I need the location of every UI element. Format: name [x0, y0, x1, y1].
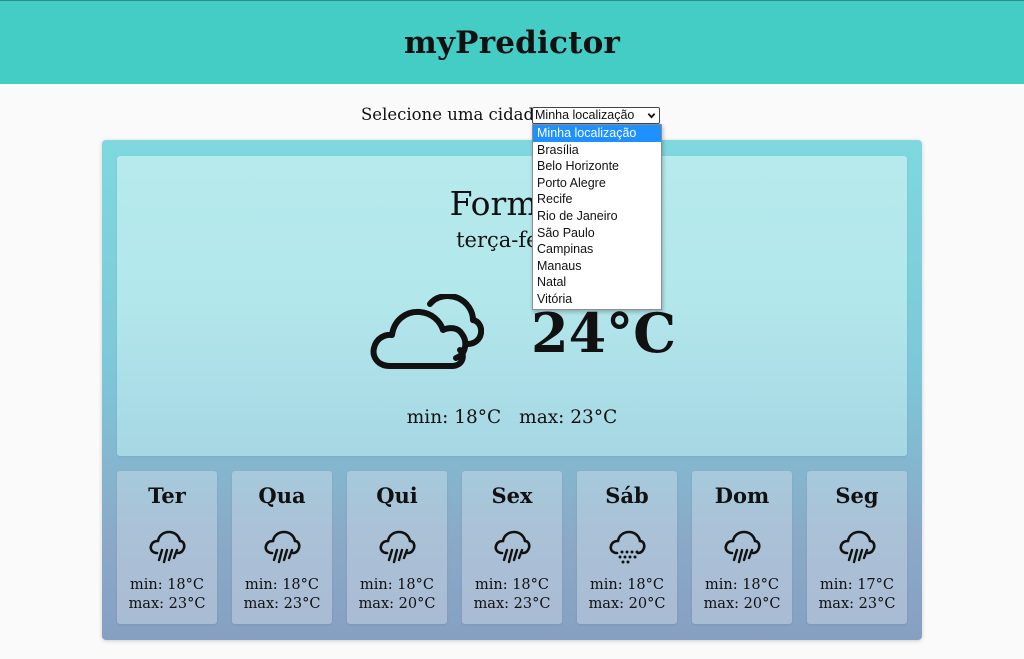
city-option[interactable]: Natal: [533, 274, 661, 291]
forecast-day-name: Ter: [148, 483, 186, 508]
app-title: myPredictor: [403, 25, 621, 61]
city-option[interactable]: Minha localização: [533, 125, 661, 142]
forecast-min: min: 17°C: [819, 577, 894, 593]
rain-icon: [724, 530, 761, 564]
city-dropdown-list: Minha localização Brasília Belo Horizont…: [532, 124, 662, 310]
forecast-day-name: Sex: [491, 483, 533, 508]
forecast-day-card: Sáb min: 18°C max: 20°C: [577, 471, 677, 624]
forecast-day-name: Seg: [835, 483, 879, 508]
city-option[interactable]: Rio de Janeiro: [533, 208, 661, 225]
forecast-min: min: 18°C: [474, 577, 549, 593]
city-option[interactable]: Brasília: [533, 142, 661, 159]
city-select[interactable]: Minha localização: [532, 107, 660, 124]
city-option[interactable]: Recife: [533, 191, 661, 208]
forecast-day-name: Qui: [376, 483, 418, 508]
city-option[interactable]: Campinas: [533, 241, 661, 258]
today-panel: Formos terça-feira 24°C min: 18°C max: 23…: [117, 156, 907, 456]
forecast-day-name: Dom: [714, 483, 770, 508]
forecast-day-card: Qua min: 18°C max: 23°C: [232, 471, 332, 624]
cloud-icon: [370, 294, 484, 369]
forecast-max: max: 23°C: [243, 596, 321, 612]
forecast-min: min: 18°C: [589, 577, 664, 593]
forecast-max: max: 20°C: [703, 596, 781, 612]
forecast-min: min: 18°C: [359, 577, 434, 593]
city-select-value: Minha localização: [535, 108, 635, 122]
today-min-max: min: 18°C max: 23°C: [117, 406, 907, 430]
forecast-day-card: Sex min: 18°C max: 23°C: [462, 471, 562, 624]
forecast-min: min: 18°C: [244, 577, 319, 593]
city-option[interactable]: Manaus: [533, 258, 661, 275]
forecast-max: max: 20°C: [588, 596, 666, 612]
rain-icon: [494, 530, 531, 564]
chevron-down-icon: [647, 113, 656, 119]
city-option[interactable]: Porto Alegre: [533, 175, 661, 192]
forecast-min: min: 18°C: [129, 577, 204, 593]
city-select-label: Selecione uma cidade:: [361, 105, 550, 124]
weather-card: Formos terça-feira 24°C min: 18°C max: 23…: [102, 140, 922, 640]
forecast-day-card: Seg min: 17°C max: 23°C: [807, 471, 907, 624]
forecast-day-name: Sáb: [605, 483, 649, 508]
current-day: terça-feira: [456, 228, 568, 252]
app-header: myPredictor: [0, 0, 1024, 84]
rain-icon: [149, 530, 186, 564]
rain-icon: [839, 530, 876, 564]
forecast-max: max: 20°C: [358, 596, 436, 612]
forecast-day-card: Qui min: 18°C max: 20°C: [347, 471, 447, 624]
forecast-max: max: 23°C: [473, 596, 551, 612]
forecast-day-card: Ter min: 18°C max: 23°C: [117, 471, 217, 624]
rain-icon: [264, 530, 301, 564]
city-option[interactable]: Vitória: [533, 291, 661, 308]
drizzle-icon: [609, 530, 646, 564]
forecast-day-card: Dom min: 18°C max: 20°C: [692, 471, 792, 624]
forecast-max: max: 23°C: [818, 596, 896, 612]
current-temperature: 24°C: [531, 301, 677, 365]
forecast-day-name: Qua: [258, 483, 306, 508]
forecast-max: max: 23°C: [128, 596, 206, 612]
today-min: min: 18°C: [406, 407, 502, 428]
rain-icon: [379, 530, 416, 564]
city-name: Formos: [449, 184, 575, 223]
city-option[interactable]: São Paulo: [533, 225, 661, 242]
today-max: max: 23°C: [519, 407, 618, 428]
city-option[interactable]: Belo Horizonte: [533, 158, 661, 175]
city-picker-row: Selecione uma cidade: Minha localização: [0, 104, 1024, 126]
forecast-min: min: 18°C: [704, 577, 779, 593]
